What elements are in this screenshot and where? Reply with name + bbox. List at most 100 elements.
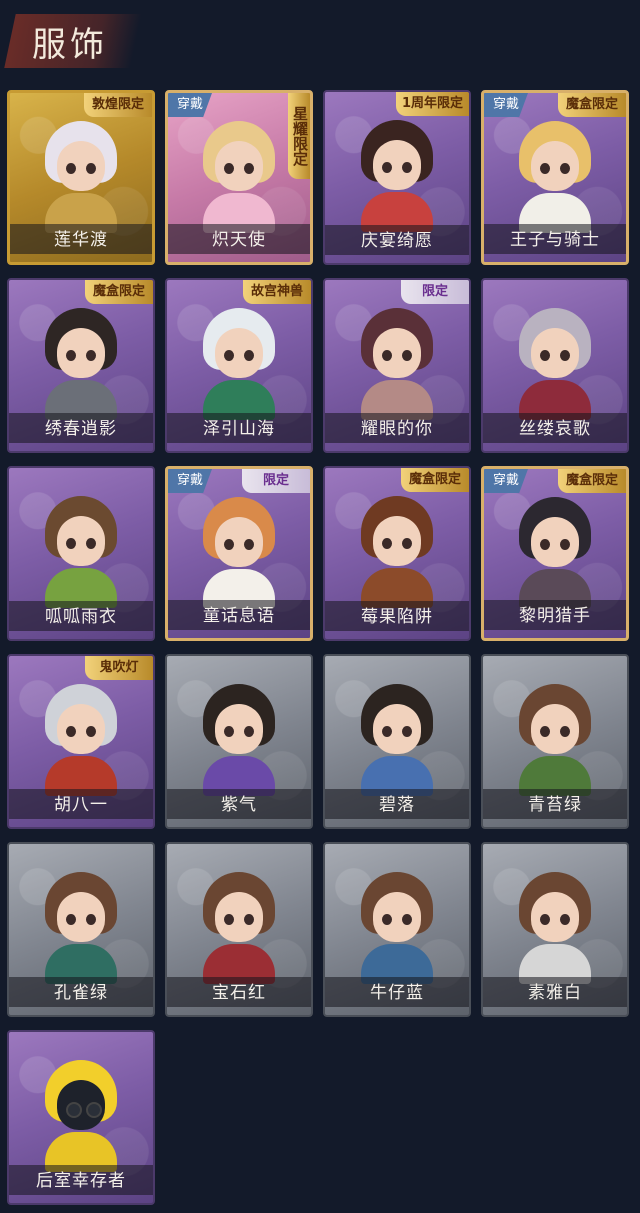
character-portrait	[197, 119, 281, 233]
limited-edition-badge: 魔盒限定	[558, 469, 626, 493]
portrait-eye	[382, 726, 392, 737]
portrait-eye	[540, 539, 550, 550]
character-portrait	[197, 682, 281, 796]
portrait-face	[57, 704, 105, 754]
portrait-eye	[66, 350, 76, 361]
costume-card[interactable]: 碧落	[323, 654, 471, 829]
portrait-eye	[244, 914, 254, 925]
portrait-eye	[540, 350, 550, 361]
costume-name: 莲华渡	[54, 230, 108, 250]
costume-name: 青苔绿	[528, 795, 582, 815]
header: 服饰	[0, 0, 640, 78]
portrait-face	[531, 704, 579, 754]
costume-card[interactable]: 1周年限定庆宴绮愿	[323, 90, 471, 265]
costume-card[interactable]: 后室幸存者	[7, 1030, 155, 1205]
portrait-eye	[66, 538, 76, 549]
portrait-face	[215, 704, 263, 754]
costume-card[interactable]: 限定耀眼的你	[323, 278, 471, 453]
character-portrait	[355, 118, 439, 232]
costume-card[interactable]: 宝石红	[165, 842, 313, 1017]
limited-edition-badge: 1周年限定	[395, 92, 469, 116]
costume-name: 莓果陷阱	[361, 607, 433, 627]
portrait-eye	[540, 726, 550, 737]
portrait-face	[373, 704, 421, 754]
portrait-eye	[560, 914, 570, 925]
costume-card[interactable]: 鬼吹灯 胡八一	[7, 654, 155, 829]
costume-card[interactable]: 故宫神兽 泽引山海	[165, 278, 313, 453]
gas-mask-character-portrait	[39, 1058, 123, 1172]
costume-card[interactable]: 穿戴 星耀限定 炽天使	[165, 90, 313, 265]
character-portrait	[355, 494, 439, 608]
costume-name: 王子与骑士	[510, 230, 600, 250]
portrait-eye	[244, 163, 254, 174]
portrait-face	[373, 892, 421, 942]
portrait-face	[57, 892, 105, 942]
limited-edition-badge: 星耀限定	[288, 93, 310, 179]
portrait-eye	[224, 539, 234, 550]
costume-card[interactable]: 魔盒限定莓果陷阱	[323, 466, 471, 641]
portrait-eye	[86, 163, 96, 174]
costume-name: 庆宴绮愿	[361, 231, 433, 251]
portrait-eye	[402, 538, 412, 549]
costume-card[interactable]: 魔盒限定 绣春逍影	[7, 278, 155, 453]
portrait-eye	[402, 162, 412, 173]
portrait-eye	[402, 350, 412, 361]
character-portrait	[355, 682, 439, 796]
portrait-eye	[560, 539, 570, 550]
costume-name: 炽天使	[212, 230, 266, 250]
character-portrait	[197, 306, 281, 420]
limited-edition-badge: 限定	[242, 469, 310, 493]
costume-card[interactable]: 牛仔蓝	[323, 842, 471, 1017]
portrait-eye	[86, 538, 96, 549]
portrait-eye	[402, 914, 412, 925]
portrait-face	[215, 141, 263, 191]
limited-edition-badge: 魔盒限定	[401, 468, 469, 492]
limited-edition-badge: 敦煌限定	[84, 93, 152, 117]
costume-name: 耀眼的你	[361, 419, 433, 439]
character-portrait	[513, 119, 597, 233]
portrait-eye	[86, 1102, 102, 1118]
costume-card[interactable]: 丝缕哀歌	[481, 278, 629, 453]
portrait-eye	[382, 538, 392, 549]
character-portrait	[355, 870, 439, 984]
portrait-face	[373, 140, 421, 190]
portrait-eye	[86, 914, 96, 925]
portrait-face	[531, 517, 579, 567]
costume-card[interactable]: 素雅白	[481, 842, 629, 1017]
portrait-eye	[66, 1102, 82, 1118]
portrait-eye	[86, 726, 96, 737]
portrait-eye	[224, 914, 234, 925]
costume-card[interactable]: 穿戴 限定 童话息语	[165, 466, 313, 641]
costume-name: 紫气	[221, 795, 257, 815]
portrait-eye	[244, 726, 254, 737]
costume-card[interactable]: 孔雀绿	[7, 842, 155, 1017]
portrait-eye	[560, 350, 570, 361]
portrait-eye	[244, 539, 254, 550]
costume-card[interactable]: 紫气	[165, 654, 313, 829]
portrait-face	[57, 328, 105, 378]
limited-edition-badge: 魔盒限定	[558, 93, 626, 117]
character-portrait	[39, 870, 123, 984]
costume-card[interactable]: 青苔绿	[481, 654, 629, 829]
costume-name: 素雅白	[528, 983, 582, 1003]
limited-edition-badge: 限定	[401, 280, 469, 304]
character-portrait	[513, 306, 597, 420]
costume-name: 丝缕哀歌	[519, 419, 591, 439]
costume-name: 孔雀绿	[54, 983, 108, 1003]
character-portrait	[513, 870, 597, 984]
portrait-eye	[382, 914, 392, 925]
portrait-face	[57, 516, 105, 566]
portrait-eye	[540, 914, 550, 925]
costume-card[interactable]: 穿戴 魔盒限定 王子与骑士	[481, 90, 629, 265]
costume-name: 后室幸存者	[36, 1171, 126, 1191]
costume-card[interactable]: 敦煌限定莲华渡	[7, 90, 155, 265]
costume-name: 绣春逍影	[45, 419, 117, 439]
portrait-eye	[66, 163, 76, 174]
limited-edition-badge: 鬼吹灯	[85, 656, 153, 680]
costume-card[interactable]: 穿戴 魔盒限定 黎明猎手	[481, 466, 629, 641]
character-portrait	[513, 495, 597, 609]
costume-card[interactable]: 呱呱雨衣	[7, 466, 155, 641]
portrait-eye	[86, 350, 96, 361]
character-portrait	[197, 495, 281, 609]
portrait-face	[215, 517, 263, 567]
